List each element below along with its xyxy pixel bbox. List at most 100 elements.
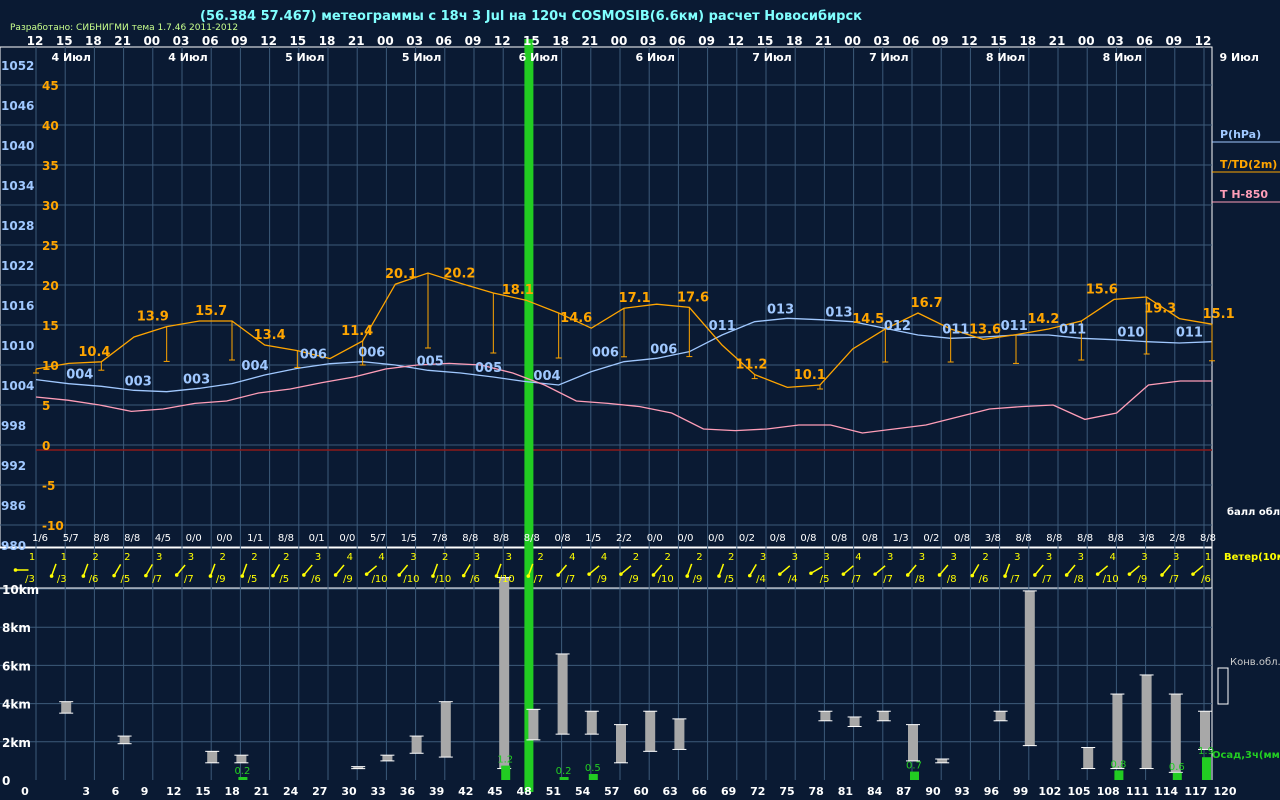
wind-speed-value: 2 bbox=[728, 552, 734, 563]
wind-speed-value: 2 bbox=[124, 552, 130, 563]
precip-value-label: 0.7 bbox=[906, 761, 922, 772]
wind-arrow-head bbox=[397, 573, 402, 577]
height-tick-label: 4km bbox=[2, 698, 31, 712]
lead-hour-label: 75 bbox=[779, 785, 794, 798]
wind-gust-value: /10 bbox=[658, 574, 674, 585]
wind-arrow-head bbox=[619, 572, 623, 576]
pressure-value-label: 011 bbox=[942, 322, 969, 337]
lead-hour-label: 84 bbox=[867, 785, 883, 798]
temperature-tick-label: 10 bbox=[42, 359, 59, 373]
cloud-cover-value: 1/3 bbox=[893, 533, 909, 544]
precip-value-label: 0.6 bbox=[1169, 762, 1185, 773]
wind-arrow-head bbox=[208, 574, 213, 578]
pressure-tick-label: 1016 bbox=[1, 299, 34, 313]
wind-arrow-head bbox=[937, 573, 942, 577]
lead-hour-label: 51 bbox=[546, 785, 561, 798]
wind-gust-value: /5 bbox=[279, 574, 289, 585]
wind-gust-value: /9 bbox=[343, 574, 353, 585]
pressure-value-label: 013 bbox=[767, 302, 794, 317]
legend-entry: P(hPa) bbox=[1220, 128, 1261, 141]
lead-hour-label: 57 bbox=[604, 785, 619, 798]
pressure-tick-label: 1046 bbox=[1, 99, 34, 113]
pressure-value-label: 011 bbox=[1176, 326, 1203, 341]
convective-cloud-bar bbox=[1024, 590, 1035, 746]
wind-gust-value: /6 bbox=[470, 574, 480, 585]
cloud-cover-value: 8/8 bbox=[278, 533, 294, 544]
wind-speed-value: 3 bbox=[506, 552, 512, 563]
wind-gust-value: /7 bbox=[1010, 574, 1020, 585]
wind-arrow-head bbox=[747, 573, 752, 578]
wind-speed-value: 3 bbox=[188, 552, 194, 563]
cloud-cover-value: 8/8 bbox=[524, 533, 540, 544]
wind-gust-value: /7 bbox=[184, 574, 194, 585]
cloud-cover-value: 0/8 bbox=[954, 533, 970, 544]
cloud-cover-value: 1/6 bbox=[32, 533, 48, 544]
lead-hour-label: 105 bbox=[1068, 785, 1091, 798]
convective-cloud-bar bbox=[1112, 694, 1123, 769]
convective-cloud-bar bbox=[908, 724, 918, 761]
pressure-value-label: 006 bbox=[300, 348, 327, 363]
temperature-value-label: 13.9 bbox=[137, 310, 169, 325]
wind-speed-value: 2 bbox=[633, 552, 639, 563]
temperature-value-label: 15.6 bbox=[1086, 282, 1118, 297]
convective-cloud-bar bbox=[849, 716, 860, 727]
wind-speed-value: 3 bbox=[410, 552, 416, 563]
meteogram-chart: 12 15 18 21 00 03 06 09 12 15 18 21 00 03 06 09 12 15 18 21… bbox=[0, 0, 1280, 800]
cloud-cover-value: 5/7 bbox=[370, 533, 386, 544]
temperature-value-label: 17.1 bbox=[619, 291, 651, 306]
pressure-tick-label: 1052 bbox=[1, 59, 34, 73]
temperature-value-label: 15.1 bbox=[1203, 307, 1235, 322]
precip-bar bbox=[1172, 772, 1182, 780]
wind-gust-value: /9 bbox=[629, 574, 639, 585]
pressure-value-label: 006 bbox=[592, 346, 619, 361]
cloud-cover-value: 0/8 bbox=[770, 533, 786, 544]
pressure-value-label: 004 bbox=[533, 369, 560, 384]
convective-cloud-bar bbox=[995, 711, 1006, 721]
precip-value-label: 0.2 bbox=[556, 766, 572, 777]
temperature-tick-label: -10 bbox=[42, 519, 64, 533]
wind-arrow-head bbox=[1033, 573, 1037, 577]
cloud-cover-value: 4/5 bbox=[155, 533, 171, 544]
precip-value-label: 1.2 bbox=[497, 755, 513, 766]
lead-hour-label: 30 bbox=[341, 785, 357, 798]
temperature-tick-label: 45 bbox=[42, 79, 59, 93]
wind-gust-value: /7 bbox=[852, 574, 862, 585]
convective-cloud-bar bbox=[616, 724, 626, 763]
lead-hour-label: 99 bbox=[1013, 785, 1028, 798]
temperature-value-label: 20.2 bbox=[443, 266, 475, 281]
wind-gust-value: /9 bbox=[1138, 574, 1148, 585]
cloud-cover-value: 0/0 bbox=[708, 533, 724, 544]
hour-tick-label: 09 bbox=[1165, 34, 1182, 48]
temperature-value-label: 14.6 bbox=[560, 311, 592, 326]
lead-hour-label: 48 bbox=[517, 785, 532, 798]
convective-cloud-bar bbox=[411, 736, 422, 754]
lead-hour-label: 33 bbox=[371, 785, 386, 798]
cloud-cover-value: 0/2 bbox=[923, 533, 939, 544]
temperature-tick-label: 15 bbox=[42, 319, 59, 333]
convective-cloud-bar bbox=[119, 736, 130, 744]
lead-hour-origin: 0 bbox=[21, 785, 29, 798]
wind-arrow-head bbox=[1127, 572, 1132, 576]
pressure-tick-label: 992 bbox=[1, 459, 26, 473]
wind-gust-value: /7 bbox=[152, 574, 162, 585]
hour-tick-label: 06 bbox=[1136, 34, 1153, 48]
wind-arrow-head bbox=[717, 574, 721, 578]
wind-arrow-head bbox=[49, 574, 54, 578]
lead-hour-label: 24 bbox=[283, 785, 299, 798]
pressure-value-label: 011 bbox=[1001, 319, 1028, 334]
wind-arrow-head bbox=[1095, 572, 1100, 576]
pressure-tick-label: 1034 bbox=[1, 179, 34, 193]
wind-arrow-head bbox=[174, 573, 179, 577]
convective-cloud-bar bbox=[1170, 694, 1181, 773]
wind-speed-value: 3 bbox=[1141, 552, 1147, 563]
lead-hour-label: 90 bbox=[925, 785, 941, 798]
credit-text: Разработано: СИБНИГМИ тема 1.7.46 2011-2… bbox=[10, 23, 238, 33]
convective-cloud-bar bbox=[586, 711, 597, 735]
hour-tick-label: 21 bbox=[114, 34, 131, 48]
wind-gust-value: /4 bbox=[788, 574, 798, 585]
cloud-cover-value: 8/8 bbox=[493, 533, 509, 544]
wind-axis-label: Ветер(10м) /порыв bbox=[1224, 552, 1280, 563]
lead-hour-label: 93 bbox=[955, 785, 970, 798]
cloud-cover-value: 0/0 bbox=[339, 533, 355, 544]
lead-hour-label: 102 bbox=[1038, 785, 1061, 798]
